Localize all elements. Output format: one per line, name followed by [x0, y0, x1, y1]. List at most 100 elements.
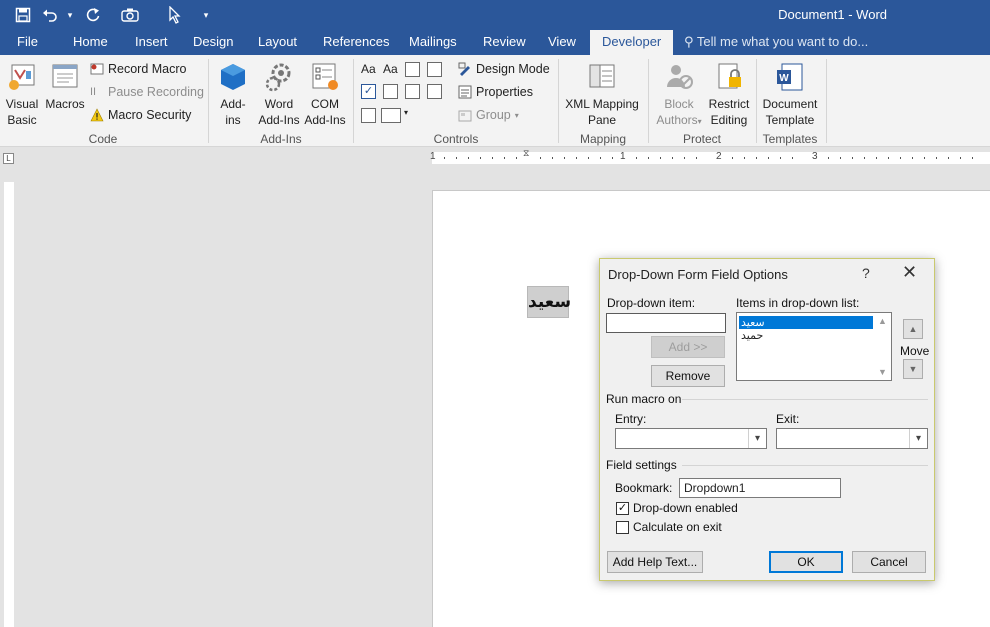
ruler-tick [456, 157, 457, 159]
move-down-button[interactable]: ▼ [903, 359, 923, 379]
cancel-button[interactable]: Cancel [852, 551, 926, 573]
vertical-ruler[interactable] [4, 182, 14, 627]
repeating-section-control-icon[interactable] [361, 108, 376, 123]
ruler-tick [480, 157, 481, 159]
com-add-ins-label-2: Add-Ins [304, 113, 346, 127]
listbox-scrollbar[interactable]: ▲ ▼ [874, 313, 891, 380]
ruler-tick [672, 157, 673, 159]
dropdown-enabled-checkbox[interactable]: ✓ [616, 502, 629, 515]
tab-design[interactable]: Design [193, 34, 233, 49]
ruler-tick [900, 157, 901, 159]
ribbon-tabs: File Home Insert Design Layout Reference… [0, 30, 990, 55]
ruler-number: 2 [716, 151, 722, 162]
tab-home[interactable]: Home [73, 34, 108, 49]
tab-view[interactable]: View [548, 34, 576, 49]
block-authors-label-2: Authors [656, 113, 698, 127]
controls-group-label: Controls [433, 132, 479, 146]
ruler-tick [684, 157, 685, 159]
rich-text-control-icon[interactable]: Aa [361, 62, 376, 76]
building-block-control-icon[interactable] [427, 62, 442, 77]
ruler-number: 3 [812, 151, 818, 162]
word-add-ins-button[interactable]: Word Add-Ins [256, 61, 302, 128]
dialog-title: Drop-Down Form Field Options [608, 267, 788, 282]
properties-button[interactable]: Properties [458, 85, 533, 99]
chevron-down-icon: ▾ [748, 429, 766, 448]
ruler-tick [636, 157, 637, 159]
ok-button[interactable]: OK [769, 551, 843, 573]
block-authors-button[interactable]: Block Authors▾ [652, 61, 706, 130]
ruler-tick [540, 157, 541, 159]
restrict-editing-label-2: Editing [710, 113, 748, 127]
tell-me-box[interactable]: ⚲ Tell me what you want to do... [684, 34, 868, 50]
dropdown-item-input[interactable] [606, 313, 726, 333]
tab-selector[interactable]: L [3, 153, 14, 164]
ruler-tick [600, 157, 601, 159]
list-item[interactable]: حميد [739, 329, 873, 342]
entry-macro-select[interactable]: ▾ [615, 428, 767, 449]
group-divider [682, 399, 928, 400]
ruler-tick [864, 157, 865, 159]
visual-basic-button[interactable]: Visual Basic [2, 61, 42, 128]
pause-recording-button[interactable]: II Pause Recording [90, 85, 204, 99]
ruler-tick [468, 157, 469, 159]
ruler-tick [516, 157, 517, 159]
design-mode-button[interactable]: Design Mode [458, 62, 550, 76]
field-settings-label: Field settings [606, 458, 677, 472]
add-ins-button[interactable]: Add- ins [214, 61, 252, 128]
scroll-down-icon[interactable]: ▼ [878, 367, 887, 377]
plain-text-control-icon[interactable]: Aa [383, 62, 398, 76]
combo-box-control-icon[interactable] [383, 84, 398, 99]
legacy-tools-icon[interactable] [381, 108, 401, 123]
items-listbox[interactable]: سعيد حميد ▲ ▼ [736, 312, 892, 381]
horizontal-ruler[interactable]: 1 ⧖ 1 2 3 [430, 148, 990, 164]
legacy-tools-dropdown-icon[interactable]: ▾ [404, 108, 408, 117]
scroll-up-icon[interactable]: ▲ [878, 316, 887, 326]
ruler-tick [876, 157, 877, 159]
exit-label: Exit: [776, 412, 800, 426]
lock-icon [718, 63, 741, 89]
macro-security-button[interactable]: Macro Security [90, 108, 191, 122]
tab-references[interactable]: References [323, 34, 389, 49]
picture-control-icon[interactable] [405, 62, 420, 77]
block-authors-label-1: Block [664, 97, 694, 111]
help-icon[interactable]: ? [862, 265, 870, 281]
checkbox-control-icon[interactable]: ✓ [361, 84, 376, 99]
group-separator [558, 59, 559, 143]
tab-developer[interactable]: Developer [590, 30, 674, 55]
exit-macro-select[interactable]: ▾ [776, 428, 928, 449]
xml-mapping-pane-button[interactable]: XML Mapping Pane [562, 61, 642, 128]
record-macro-icon [90, 63, 104, 75]
record-macro-button[interactable]: Record Macro [90, 62, 187, 76]
move-up-button[interactable]: ▲ [903, 319, 923, 339]
svg-text:W: W [779, 73, 789, 84]
remove-button[interactable]: Remove [651, 365, 725, 387]
com-add-ins-button[interactable]: COM Add-Ins [302, 61, 348, 128]
ruler-tick [840, 157, 841, 159]
calculate-on-exit-checkbox[interactable] [616, 521, 629, 534]
group-separator [208, 59, 209, 143]
tab-insert[interactable]: Insert [135, 34, 168, 49]
indent-marker[interactable]: ⧖ [523, 148, 529, 159]
add-ins-label-1: Add- [220, 97, 246, 111]
document-template-button[interactable]: W Document Template [760, 61, 820, 128]
group-separator [353, 59, 354, 143]
tab-layout[interactable]: Layout [258, 34, 297, 49]
list-item[interactable]: سعيد [738, 315, 874, 330]
code-group-label: Code [88, 132, 118, 146]
tab-file[interactable]: File [17, 34, 38, 49]
restrict-editing-button[interactable]: Restrict Editing [706, 61, 752, 128]
add-button[interactable]: Add >> [651, 336, 725, 358]
close-icon[interactable]: ✕ [902, 262, 917, 283]
date-picker-control-icon[interactable] [427, 84, 442, 99]
macro-security-label: Macro Security [108, 108, 192, 122]
dropdown-list-control-icon[interactable] [405, 84, 420, 99]
dropdown-item-label: Drop-down item: [607, 296, 696, 310]
bookmark-input[interactable]: Dropdown1 [679, 478, 841, 498]
dropdown-form-field[interactable]: سعيد [527, 286, 571, 318]
group-button[interactable]: Group ▾ [458, 108, 519, 122]
tab-mailings[interactable]: Mailings [409, 34, 457, 49]
document-template-label-1: Document [762, 97, 818, 111]
add-help-text-button[interactable]: Add Help Text... [607, 551, 703, 573]
macros-button[interactable]: Macros [44, 61, 86, 112]
tab-review[interactable]: Review [483, 34, 526, 49]
